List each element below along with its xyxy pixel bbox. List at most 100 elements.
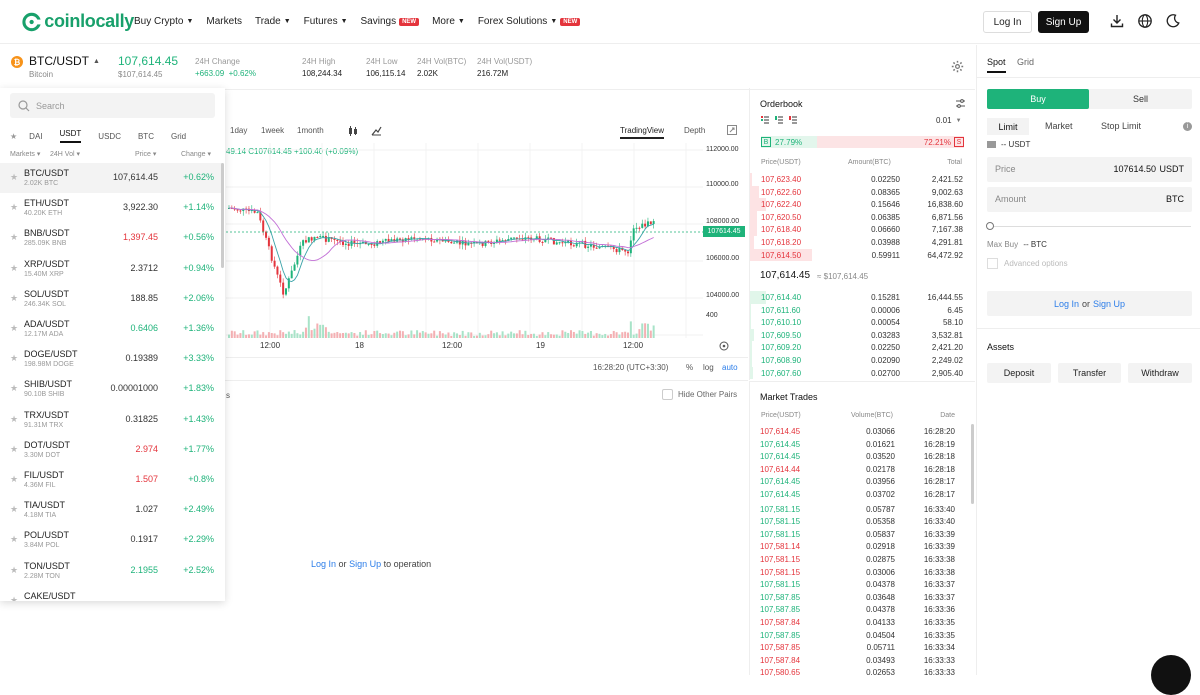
orderbook-row[interactable]: 107,618.40 0.06660 7,167.38 (750, 223, 976, 236)
favorite-star-icon[interactable]: ★ (10, 444, 18, 455)
favorite-star-icon[interactable]: ★ (10, 323, 18, 334)
precision-select[interactable]: 0.01 ▼ (936, 116, 962, 125)
market-list-scrollbar[interactable] (221, 163, 224, 268)
nav-item[interactable]: More ▼ (432, 16, 465, 27)
orderbook-row[interactable]: 107,610.10 0.00054 58.10 (750, 316, 976, 329)
deposit-button[interactable]: Deposit (987, 363, 1051, 383)
quote-tab[interactable]: Grid (171, 132, 186, 141)
chat-support-button[interactable] (1151, 655, 1191, 695)
market-search[interactable]: Search (10, 93, 215, 118)
interval-tab[interactable]: 1month (297, 126, 324, 135)
percent-scale-toggle[interactable]: % (686, 363, 693, 372)
quote-tab-active[interactable]: USDT (59, 129, 82, 143)
orderbook-row[interactable]: 107,614.50 0.59911 64,472.92 (750, 248, 976, 262)
market-row[interactable]: ★ DOT/USDT 3.30M DOT 2.974 +1.77% (0, 435, 222, 465)
nav-item[interactable]: Trade ▼ (255, 16, 291, 27)
favorite-star-icon[interactable]: ★ (10, 293, 18, 304)
amount-input[interactable]: Amount BTC (987, 187, 1192, 212)
quote-tab[interactable]: USDC (98, 132, 121, 141)
nav-item[interactable]: Buy Crypto ▼ (134, 16, 193, 27)
market-row[interactable]: ★ DOGE/USDT 198.98M DOGE 0.19389 +3.33% (0, 344, 222, 374)
pair-selector[interactable]: BTC/USDT ▲ (29, 54, 100, 68)
col-markets[interactable]: Markets ▾ (10, 150, 40, 158)
market-row[interactable]: ★ TON/USDT 2.28M TON 2.1955 +2.52% (0, 556, 222, 586)
nav-item[interactable]: Futures ▼ (304, 16, 348, 27)
orderbook-settings-icon[interactable] (955, 98, 966, 109)
info-icon[interactable]: i (1183, 122, 1192, 131)
withdraw-button[interactable]: Withdraw (1128, 363, 1192, 383)
favorite-star-icon[interactable]: ★ (10, 565, 18, 576)
globe-icon[interactable] (1137, 13, 1153, 29)
panel-login-link[interactable]: Log In (1054, 299, 1079, 309)
orderbook-row[interactable]: 107,609.50 0.03283 3,532.81 (750, 328, 976, 342)
sell-tab[interactable]: Sell (1089, 89, 1192, 109)
market-row[interactable]: ★ ETH/USDT 40.20K ETH 3,922.30 +1.14% (0, 193, 222, 223)
favorite-star-icon[interactable]: ★ (10, 414, 18, 425)
nav-item[interactable]: Markets (206, 16, 242, 27)
market-row[interactable]: ★ BTC/USDT 2.02K BTC 107,614.45 +0.62% (0, 163, 222, 193)
log-scale-toggle[interactable]: log (703, 363, 714, 372)
quote-tab[interactable]: DAI (29, 132, 42, 141)
prompt-signup-link[interactable]: Sign Up (349, 559, 381, 569)
market-row[interactable]: ★ TRX/USDT 91.31M TRX 0.31825 +1.43% (0, 405, 222, 435)
buy-tab[interactable]: Buy (987, 89, 1089, 109)
favorite-star-icon[interactable]: ★ (10, 474, 18, 485)
market-row[interactable]: ★ SHIB/USDT 90.10B SHIB 0.00001000 +1.83% (0, 374, 222, 404)
transfer-button[interactable]: Transfer (1058, 363, 1121, 383)
col-change[interactable]: Change ▾ (181, 150, 211, 158)
candle-type-icon[interactable] (348, 126, 358, 136)
orderbook-row[interactable]: 107,622.60 0.08365 9,002.63 (750, 185, 976, 199)
price-input[interactable]: Price 107614.50 USDT (987, 157, 1192, 182)
advanced-options-checkbox[interactable] (987, 258, 998, 269)
market-row[interactable]: ★ SOL/USDT 246.34K SOL 188.85 +2.06% (0, 284, 222, 314)
favorite-star-icon[interactable]: ★ (10, 172, 18, 183)
orderbook-row[interactable]: 107,618.20 0.03988 4,291.81 (750, 236, 976, 249)
favorite-star-icon[interactable]: ★ (10, 504, 18, 515)
favorite-star-icon[interactable]: ★ (10, 263, 18, 274)
reset-chart-icon[interactable] (719, 341, 729, 351)
market-row[interactable]: ★ TIA/USDT 4.18M TIA 1.027 +2.49% (0, 495, 222, 525)
tradingview-tab[interactable]: TradingView (620, 126, 665, 139)
hide-other-pairs-checkbox[interactable] (662, 389, 673, 400)
fullscreen-icon[interactable] (727, 125, 737, 135)
orders-tab-tail[interactable]: s (226, 391, 230, 400)
login-button[interactable]: Log In (983, 11, 1032, 33)
prompt-login-link[interactable]: Log In (311, 559, 336, 569)
market-row[interactable]: ★ FIL/USDT 4.36M FIL 1.507 +0.8% (0, 465, 222, 495)
amount-slider-handle[interactable] (986, 222, 994, 230)
orderbook-row[interactable]: 107,623.40 0.02250 2,421.52 (750, 173, 976, 186)
favorite-star-icon[interactable]: ★ (10, 202, 18, 213)
spot-tab[interactable]: Spot (987, 57, 1006, 73)
grid-tab[interactable]: Grid (1017, 57, 1034, 67)
orderbook-row[interactable]: 107,609.20 0.02250 2,421.20 (750, 341, 976, 354)
auto-scale-toggle[interactable]: auto (722, 363, 738, 372)
orderbook-row[interactable]: 107,614.40 0.15281 16,444.55 (750, 291, 976, 304)
logo[interactable]: coinlocally (22, 11, 134, 32)
nav-item[interactable]: Forex Solutions ▼ NEW (478, 16, 581, 27)
stop-limit-order-tab[interactable]: Stop Limit (1101, 121, 1141, 131)
limit-order-tab[interactable]: Limit (987, 118, 1029, 135)
orderbook-row[interactable]: 107,620.50 0.06385 6,871.56 (750, 210, 976, 224)
col-vol[interactable]: 24H Vol ▾ (50, 150, 80, 158)
amount-slider-track[interactable] (991, 226, 1191, 227)
market-row[interactable]: ★ CAKE/USDT (0, 586, 222, 601)
favorite-star-icon[interactable]: ★ (10, 383, 18, 394)
hide-other-pairs[interactable]: Hide Other Pairs (662, 389, 737, 400)
favorite-star-icon[interactable]: ★ (10, 534, 18, 545)
advanced-options[interactable]: Advanced options (987, 258, 1068, 269)
panel-signup-link[interactable]: Sign Up (1093, 299, 1125, 309)
orderbook-row[interactable]: 107,611.60 0.00006 6.45 (750, 303, 976, 317)
signup-button[interactable]: Sign Up (1038, 11, 1089, 33)
interval-tab[interactable]: 1week (261, 126, 284, 135)
quote-tab[interactable]: BTC (138, 132, 154, 141)
favorite-star-icon[interactable]: ★ (10, 595, 18, 601)
settings-gear-icon[interactable] (951, 60, 964, 73)
market-order-tab[interactable]: Market (1045, 121, 1073, 131)
market-row[interactable]: ★ POL/USDT 3.84M POL 0.1917 +2.29% (0, 525, 222, 555)
col-price[interactable]: Price ▾ (135, 150, 156, 158)
orderbook-row[interactable]: 107,607.60 0.02700 2,905.40 (750, 366, 976, 380)
download-icon[interactable] (1109, 13, 1125, 29)
orderbook-row[interactable]: 107,622.40 0.15646 16,838.60 (750, 198, 976, 211)
indicator-icon[interactable] (371, 125, 382, 136)
favorites-star-icon[interactable]: ★ (10, 132, 17, 141)
